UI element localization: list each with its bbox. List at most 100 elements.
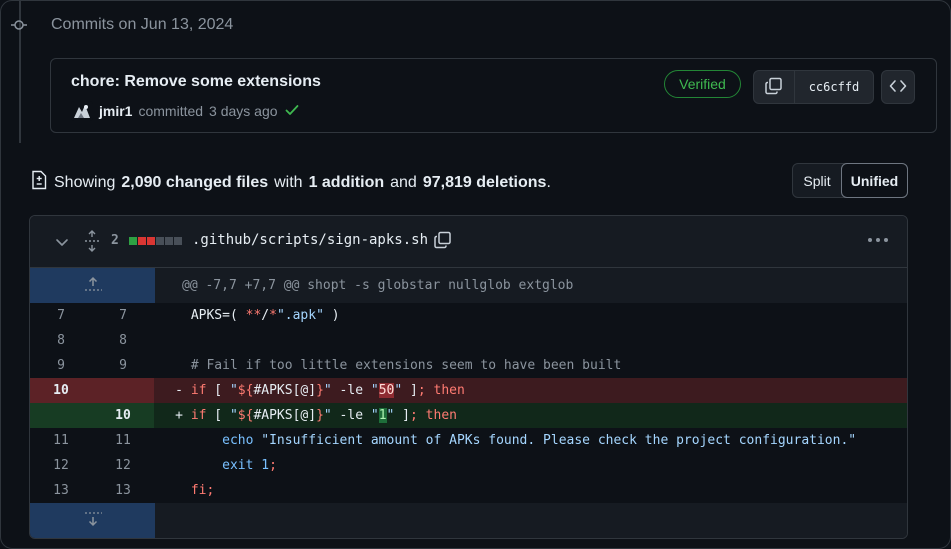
new-line-number[interactable]: 7	[92, 303, 154, 328]
code-token: ; then	[410, 408, 457, 423]
code-token: if	[190, 408, 207, 423]
old-line-number[interactable]: 12	[30, 453, 92, 478]
file-diff: 2 .github/scripts/sign-apks.sh @@ -7,7 +…	[29, 215, 908, 539]
expand-up-button[interactable]	[30, 268, 155, 303]
diff-summary: Showing 2,090 changed files with 1 addit…	[30, 170, 551, 195]
code-token: 1	[261, 458, 270, 473]
new-line-number[interactable]: 13	[92, 478, 154, 503]
new-line-number[interactable]: 11	[92, 428, 154, 453]
commits-date-heading: Commits on Jun 13, 2024	[51, 16, 234, 33]
old-line-number[interactable]: 11	[30, 428, 92, 453]
code-token: -le	[331, 408, 371, 423]
code-line: APKS=( **/*".apk" )	[183, 303, 907, 328]
old-line-number[interactable]	[30, 403, 92, 428]
copy-icon[interactable]	[433, 230, 453, 253]
commit-action: committed	[138, 103, 204, 119]
code-token: ]	[402, 383, 418, 398]
code-token: if	[190, 383, 207, 398]
code-token: #APKS[@]	[253, 408, 317, 423]
split-view-button[interactable]: Split	[793, 164, 841, 197]
code-token: }	[316, 408, 324, 423]
diffstat-block	[147, 237, 155, 245]
commit-author-link[interactable]: jmir1	[99, 103, 132, 119]
code-icon	[889, 77, 907, 98]
diff-marker: -	[175, 383, 183, 398]
old-line-number[interactable]: 8	[30, 328, 92, 353]
avatar[interactable]	[71, 101, 93, 121]
commit-view: Commits on Jun 13, 2024 chore: Remove so…	[0, 0, 951, 549]
commit-sha-link[interactable]: cc6cffd	[795, 71, 873, 103]
expand-down-button[interactable]	[30, 503, 155, 538]
diff-marker	[154, 303, 183, 328]
unified-view-button[interactable]: Unified	[841, 163, 908, 198]
verified-badge[interactable]: Verified	[664, 70, 741, 98]
expand-row	[30, 503, 907, 538]
new-line-number[interactable]: 10	[92, 403, 154, 428]
new-line-number[interactable]	[92, 378, 154, 403]
expand-down-icon	[83, 511, 103, 531]
diff-view-toggle: Split Unified	[792, 163, 908, 198]
code-token: ; then	[417, 383, 465, 398]
new-line-number[interactable]: 12	[92, 453, 154, 478]
old-line-number[interactable]: 10	[30, 378, 92, 403]
file-path-link[interactable]: .github/scripts/sign-apks.sh	[192, 232, 428, 248]
code-token: ;	[206, 483, 215, 498]
code-token: "	[323, 408, 332, 423]
commit-title-link[interactable]: chore: Remove some extensions	[71, 73, 321, 91]
deleted-line: 10 - if [ "${#APKS[@]}" -le "50" ]; then	[30, 378, 907, 403]
code-token: ]	[394, 408, 411, 423]
new-line-number[interactable]: 9	[92, 353, 154, 378]
copy-icon	[764, 76, 784, 99]
commit-card: chore: Remove some extensions jmir1 comm…	[50, 58, 937, 133]
code-token: *	[269, 308, 277, 323]
diff-marker	[154, 478, 183, 503]
code-token: "	[323, 383, 332, 398]
diff-marker	[154, 328, 183, 353]
copy-sha-button[interactable]	[754, 71, 795, 103]
code-token: [	[206, 383, 230, 398]
code-token: -le	[331, 383, 371, 398]
code-string: "Insufficient amount of APKs found. Plea…	[261, 433, 857, 448]
old-line-number[interactable]: 9	[30, 353, 92, 378]
old-line-number[interactable]: 7	[30, 303, 92, 328]
new-line-number[interactable]: 8	[92, 328, 154, 353]
diff-marker	[154, 453, 183, 478]
expand-row-filler	[155, 503, 907, 538]
code-token: ${	[237, 408, 254, 423]
diffstat-block	[156, 237, 164, 245]
diff-marker	[154, 353, 183, 378]
diff-line: 13 13 fi;	[30, 478, 907, 503]
diff-line: 8 8	[30, 328, 907, 353]
code-token: [	[206, 408, 230, 423]
summary-additions: 1 addition	[308, 173, 385, 191]
expand-up-icon	[83, 276, 103, 296]
summary-prefix: Showing	[54, 173, 116, 191]
diffstat-blocks	[129, 237, 182, 245]
code-token: APKS=(	[183, 308, 246, 323]
diff-table: @@ -7,7 +7,7 @@ shopt -s globstar nullgl…	[30, 268, 907, 538]
diffstat-block	[138, 237, 146, 245]
code-token: fi	[190, 483, 207, 498]
chevron-down-icon[interactable]	[54, 234, 70, 253]
diffstat-block	[165, 237, 173, 245]
old-line-number[interactable]: 13	[30, 478, 92, 503]
changes-count: 2	[111, 233, 119, 248]
code-token: **	[245, 308, 262, 323]
code-token: }	[316, 383, 324, 398]
expand-all-icon[interactable]	[83, 230, 101, 255]
browse-repo-button[interactable]	[881, 70, 915, 104]
hunk-row: @@ -7,7 +7,7 @@ shopt -s globstar nullgl…	[30, 268, 907, 303]
hunk-header: @@ -7,7 +7,7 @@ shopt -s globstar nullgl…	[182, 278, 574, 293]
code-line: fi;	[183, 478, 907, 503]
check-icon[interactable]	[284, 102, 300, 121]
code-token: exit	[222, 458, 254, 473]
diff-line: 12 12 exit 1;	[30, 453, 907, 478]
code-token: #APKS[@]	[253, 383, 317, 398]
kebab-menu-icon[interactable]	[866, 232, 890, 251]
changed-value: 1	[378, 408, 387, 423]
code-token: ${	[237, 383, 254, 398]
